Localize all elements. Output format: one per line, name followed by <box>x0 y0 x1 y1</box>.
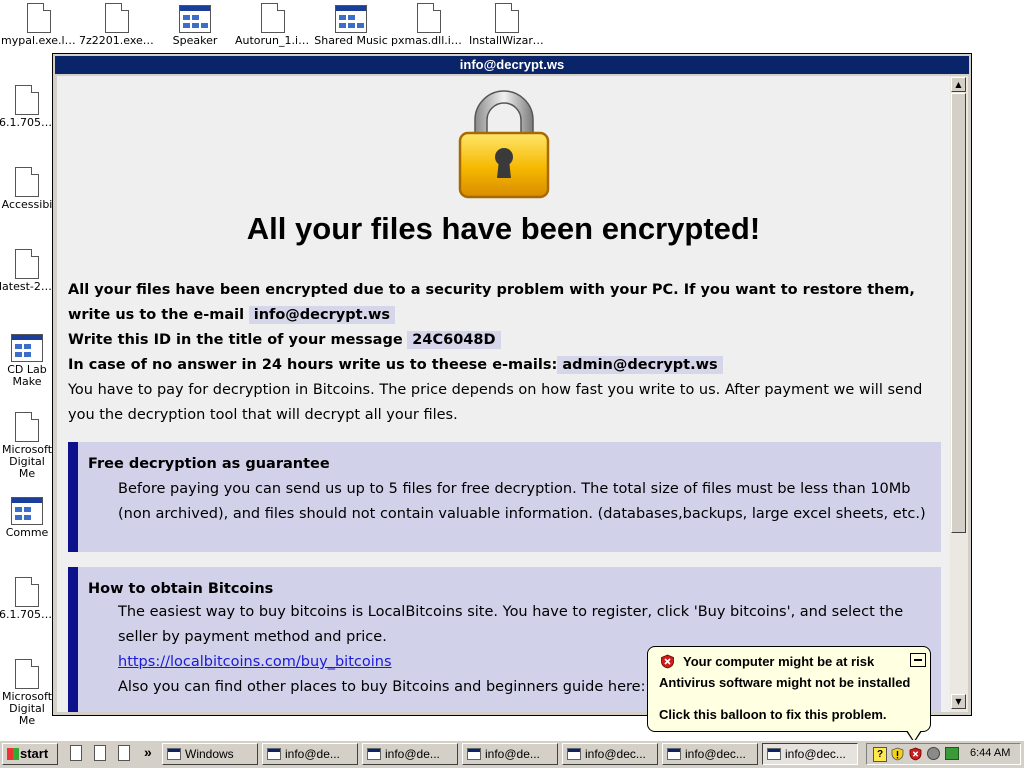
id-label: Write this ID in the title of your messa… <box>68 332 403 348</box>
desktop-icon-left-5[interactable]: Microsoft Digital Me <box>0 412 55 480</box>
window-titlebar[interactable]: info@decrypt.ws <box>55 56 969 74</box>
taskbar: start » Windows info@de... info@de... in… <box>0 740 1024 768</box>
balloon-close-button[interactable] <box>910 653 926 667</box>
taskbar-button-active[interactable]: info@dec... <box>762 743 858 765</box>
panel-body: The easiest way to buy bitcoins is Local… <box>118 604 904 645</box>
balloon-action: Click this balloon to fix this problem. <box>659 707 887 722</box>
minus-icon <box>914 659 922 661</box>
taskbar-button-info[interactable]: info@de... <box>462 743 558 765</box>
taskbar-button-windows[interactable]: Windows <box>162 743 258 765</box>
application-icon <box>179 5 211 33</box>
taskbar-button-info[interactable]: info@dec... <box>662 743 758 765</box>
desktop-icon-left-2[interactable]: Accessibi <box>0 167 55 211</box>
taskbar-button-info[interactable]: info@dec... <box>562 743 658 765</box>
file-icon <box>15 249 39 279</box>
contact-email[interactable]: info@decrypt.ws <box>248 306 396 324</box>
scroll-down-button[interactable]: ▼ <box>951 694 966 709</box>
quicklaunch-file-icon[interactable] <box>70 745 82 761</box>
window-icon <box>267 748 281 760</box>
scroll-up-button[interactable]: ▲ <box>951 77 966 92</box>
desktop-icon-left-3[interactable]: latest-2687 <box>0 249 55 293</box>
desktop-icon-left-7[interactable]: 6.1.7057.0 <box>0 577 55 621</box>
security-balloon[interactable]: Your computer might be at risk Antivirus… <box>647 646 931 743</box>
desktop-icon-mypal[interactable]: mypal.exe.lnk... <box>1 3 77 47</box>
desktop-icon-left-1[interactable]: 6.1.7057.0 <box>0 85 55 129</box>
window-icon <box>367 748 381 760</box>
localbitcoins-link[interactable]: https://localbitcoins.com/buy_bitcoins <box>118 654 392 670</box>
window-icon <box>467 748 481 760</box>
headline: All your files have been encrypted! <box>246 211 761 246</box>
intro-block: All your files have been encrypted due t… <box>68 278 948 428</box>
desktop-icon-pxmas[interactable]: pxmas.dll.id-2... <box>391 3 467 47</box>
window-icon <box>167 748 181 760</box>
file-icon <box>15 659 39 689</box>
window-icon <box>567 748 581 760</box>
balloon-title: Your computer might be at risk <box>683 654 875 669</box>
desktop-icon-left-8[interactable]: Microsoft Digital Me <box>0 659 55 727</box>
quicklaunch-file-icon[interactable] <box>118 745 130 761</box>
file-icon <box>15 85 39 115</box>
balloon-line: Antivirus software might not be installe… <box>659 675 911 690</box>
application-icon <box>11 497 43 525</box>
backup-email[interactable]: admin@decrypt.ws <box>557 356 723 374</box>
help-icon[interactable]: ? <box>873 747 887 762</box>
payment-text: You have to pay for decryption in Bitcoi… <box>68 382 923 423</box>
shield-warning-icon <box>661 654 674 669</box>
panel-body: Before paying you can send us up to 5 fi… <box>118 481 926 522</box>
file-icon <box>495 3 519 33</box>
security-shield-icon[interactable] <box>891 747 904 761</box>
desktop-icon-speaker[interactable]: Speaker <box>157 5 233 47</box>
taskbar-button-info[interactable]: info@de... <box>262 743 358 765</box>
panel-title: Free decryption as guarantee <box>88 456 330 472</box>
window-icon <box>667 748 681 760</box>
file-icon <box>15 412 39 442</box>
quicklaunch-file-icon[interactable] <box>94 745 106 761</box>
desktop-icon-left-4[interactable]: CD Lab Make <box>0 334 55 388</box>
desktop-icon-left-6[interactable]: Comme <box>0 497 55 539</box>
panel-title: How to obtain Bitcoins <box>88 581 274 597</box>
file-icon <box>417 3 441 33</box>
desktop-icon-7z2201[interactable]: 7z2201.exe.i... <box>79 3 155 47</box>
system-tray: ? 6:44 AM <box>866 743 1021 765</box>
windows-logo-icon <box>7 748 19 760</box>
window-icon <box>767 748 781 760</box>
intro-line: All your files have been encrypted due t… <box>68 282 915 323</box>
ransom-note-window: info@decrypt.ws All your files have been… <box>52 53 972 716</box>
noanswer-label: In case of no answer in 24 hours write u… <box>68 357 558 373</box>
scroll-thumb[interactable] <box>951 93 966 533</box>
desktop-icon-shared-music[interactable]: Shared Music <box>313 5 389 47</box>
security-alert-icon[interactable] <box>909 747 922 761</box>
window-content: All your files have been encrypted! All … <box>57 76 950 712</box>
victim-id[interactable]: 24C6048D <box>407 331 501 349</box>
vertical-scrollbar[interactable]: ▲ ▼ <box>950 76 968 712</box>
file-icon <box>15 577 39 607</box>
file-icon <box>261 3 285 33</box>
file-icon <box>105 3 129 33</box>
start-button[interactable]: start <box>2 743 58 765</box>
file-icon <box>15 167 39 197</box>
clock[interactable]: 6:44 AM <box>970 747 1010 759</box>
speaker-icon[interactable] <box>927 747 940 760</box>
desktop-icon-installwizard[interactable]: InstallWizard.... <box>469 3 545 47</box>
taskbar-button-info[interactable]: info@de... <box>362 743 458 765</box>
application-icon <box>335 5 367 33</box>
desktop-icon-autorun[interactable]: Autorun_1.inf... <box>235 3 311 47</box>
network-icon[interactable] <box>945 747 959 760</box>
quicklaunch-overflow[interactable]: » <box>144 744 152 760</box>
panel-free-decryption: Free decryption as guarantee Before payi… <box>68 442 941 552</box>
padlock-icon <box>458 90 550 199</box>
file-icon <box>27 3 51 33</box>
application-icon <box>11 334 43 362</box>
